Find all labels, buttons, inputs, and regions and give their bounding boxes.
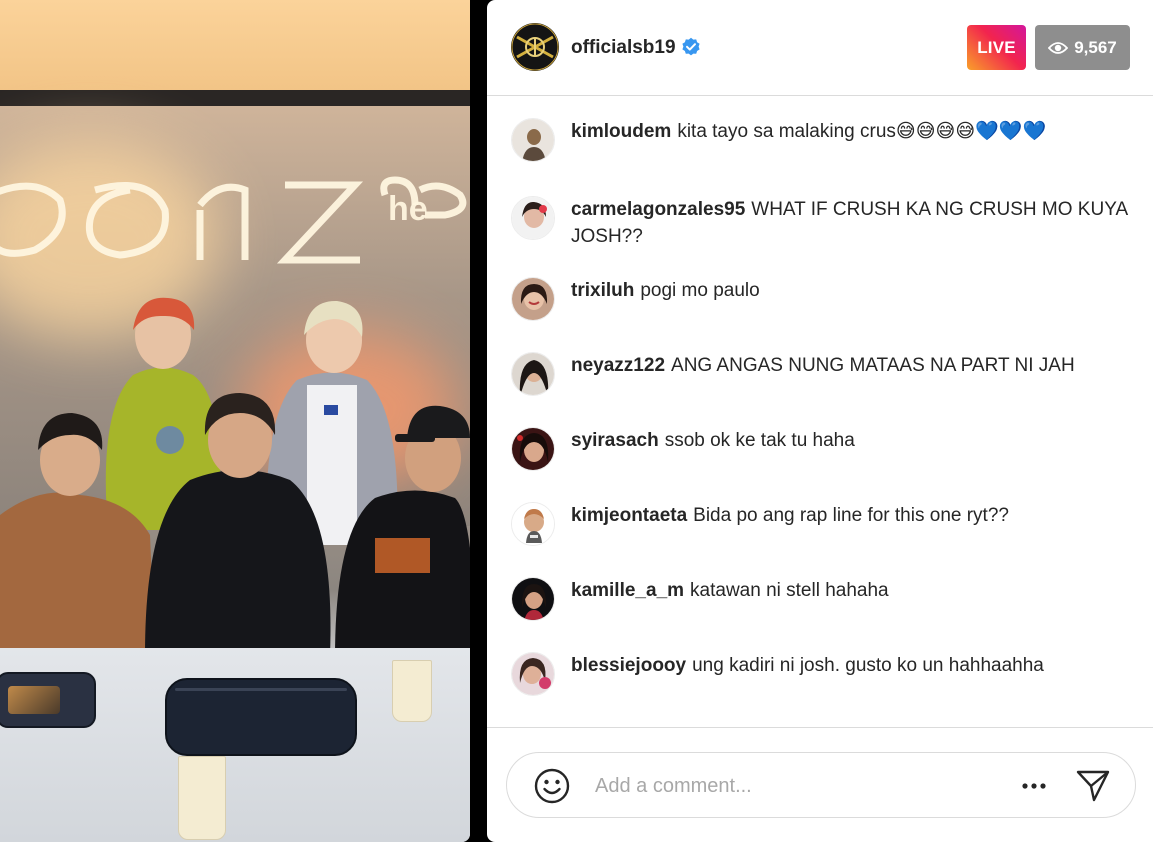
comment-text-wrap: trixiluh pogi mo paulo: [571, 277, 1131, 304]
comment-body: pogi mo paulo: [640, 280, 760, 301]
comment-text-wrap: kimjeontaeta Bida po ang rap line for thi…: [571, 502, 1131, 529]
comment-body: ung kadiri ni josh. gusto ko un hahhaahh…: [692, 655, 1044, 676]
commenter-username[interactable]: kimjeontaeta: [571, 505, 687, 526]
live-chat-panel: officialsb19 LIVE 9,567 kimloudem kita t…: [487, 0, 1153, 842]
commenter-username[interactable]: trixiluh: [571, 280, 634, 301]
comment-text-wrap: neyazz122 ANG ANGAS NUNG MATAAS NA PART N…: [571, 352, 1131, 379]
commenter-avatar[interactable]: [511, 502, 555, 546]
comment-text-wrap: kamille_a_m katawan ni stell hahaha: [571, 577, 1131, 604]
streamer-username[interactable]: officialsb19: [571, 37, 676, 59]
avatar[interactable]: [511, 23, 559, 71]
live-badge: LIVE: [967, 25, 1026, 70]
commenter-username[interactable]: neyazz122: [571, 355, 665, 376]
commenter-username[interactable]: kimloudem: [571, 121, 671, 142]
smiley-icon[interactable]: [533, 767, 571, 805]
comment-composer: [506, 752, 1136, 818]
verified-badge-icon: [682, 37, 700, 56]
commenter-username[interactable]: syirasach: [571, 430, 659, 451]
commenter-avatar[interactable]: [511, 352, 555, 396]
commenter-avatar[interactable]: [511, 196, 555, 240]
comment-list[interactable]: kimloudem kita tayo sa malaking crus😅😅😅😅💙…: [487, 96, 1153, 726]
person-black-sweater: [145, 393, 331, 655]
comment-composer-area: [487, 727, 1153, 842]
comment-text-wrap: carmelagonzales95 WHAT IF CRUSH KA NG CRU…: [571, 196, 1131, 250]
comment-body: ANG ANGAS NUNG MATAAS NA PART NI JAH: [671, 355, 1075, 376]
comment-body: katawan ni stell hahaha: [690, 580, 889, 601]
person-brown-sweater: [0, 413, 155, 655]
video-ceiling: [0, 0, 470, 92]
zone-sign: he: [0, 176, 467, 264]
commenter-avatar[interactable]: [511, 577, 555, 621]
viewer-count-badge: 9,567: [1035, 25, 1130, 70]
commenter-username[interactable]: blessiejoooy: [571, 655, 686, 676]
more-dots-icon[interactable]: [1017, 773, 1051, 799]
live-stream-window: he officialsb19 LIVE 9,567 kimloudem kit…: [0, 0, 1153, 842]
person-cap: [335, 405, 470, 658]
send-icon[interactable]: [1074, 767, 1112, 805]
pouch: [165, 678, 357, 756]
game-console: [0, 672, 96, 728]
comment-text-wrap: blessiejoooy ung kadiri ni josh. gusto ko…: [571, 652, 1131, 679]
comment-body: Bida po ang rap line for this one ryt??: [693, 505, 1009, 526]
comment-text-wrap: kimloudem kita tayo sa malaking crus😅😅😅😅💙…: [571, 118, 1131, 145]
eye-icon: [1048, 41, 1069, 54]
commenter-avatar[interactable]: [511, 427, 555, 471]
commenter-avatar[interactable]: [511, 652, 555, 696]
commenter-avatar[interactable]: [511, 118, 555, 162]
comment-input[interactable]: [595, 771, 995, 801]
paper-cup: [178, 756, 226, 840]
panel-header: officialsb19 LIVE 9,567: [487, 0, 1153, 96]
commenter-username[interactable]: carmelagonzales95: [571, 199, 745, 220]
commenter-avatar[interactable]: [511, 277, 555, 321]
commenter-username[interactable]: kamille_a_m: [571, 580, 684, 601]
comment-body: ssob ok ke tak tu haha: [664, 430, 855, 451]
live-video[interactable]: he: [0, 0, 470, 842]
comment-text-wrap: syirasach ssob ok ke tak tu haha: [571, 427, 1131, 454]
video-rail: [0, 90, 470, 106]
paper-cup: [392, 660, 432, 722]
viewer-count: 9,567: [1074, 37, 1117, 57]
comment-body: kita tayo sa malaking crus😅😅😅😅💙💙💙: [677, 121, 1047, 142]
sign-the: he: [388, 190, 428, 228]
